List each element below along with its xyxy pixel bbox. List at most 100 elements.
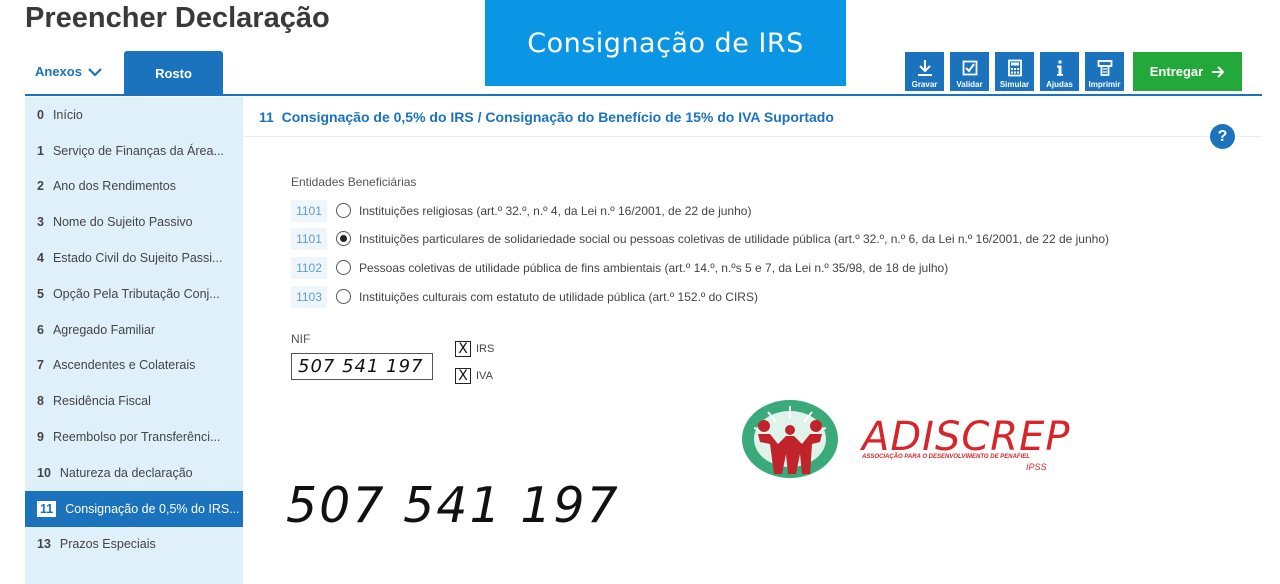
sidebar-item-label: Estado Civil do Sujeito Passi...: [52, 251, 223, 266]
entidade-option-1[interactable]: 1101 Instituições particulares de solidar…: [291, 227, 1109, 250]
sidebar-item-label: Nome do Sujeito Passivo: [52, 215, 193, 230]
help-button[interactable]: ?: [1210, 124, 1235, 149]
section-divider: [243, 136, 1262, 137]
tab-rosto-label: Rosto: [155, 65, 192, 81]
section-title-text: Consignação de 0,5% do IRS / Consignação…: [281, 109, 834, 125]
sidebar-item-number: 11: [37, 500, 57, 517]
sidebar-item-number: 7: [37, 358, 44, 373]
entidade-text: Instituições culturais com estatuto de u…: [359, 289, 758, 304]
validar-button[interactable]: Validar: [950, 52, 989, 91]
radio-selected-icon[interactable]: [336, 231, 351, 246]
tab-rosto[interactable]: Rosto: [124, 51, 223, 95]
iva-checkbox-label: IVA: [476, 370, 493, 382]
nif-input[interactable]: 507 541 197: [291, 353, 433, 380]
sidebar-item-label: Serviço de Finanças da Área...: [52, 143, 224, 158]
sidebar-item-number: 13: [37, 537, 51, 552]
printer-icon: [1097, 60, 1112, 76]
sidebar-item-5[interactable]: 5 Opção Pela Tributação Conj...: [25, 276, 243, 312]
adiscrep-logo-subtitle: ASSOCIAÇÃO PARA O DESENVOLVIMENTO DE PEN…: [862, 454, 1030, 460]
irs-checkbox-label: IRS: [476, 343, 495, 355]
simular-button[interactable]: Simular: [995, 52, 1034, 91]
info-icon: [1056, 60, 1063, 76]
sidebar-item-8[interactable]: 8 Residência Fiscal: [25, 383, 243, 419]
entidade-text: Instituições particulares de solidarieda…: [359, 231, 1109, 246]
entidade-code: 1102: [291, 256, 327, 279]
imprimir-label: Imprimir: [1088, 80, 1121, 89]
entregar-label: Entregar: [1149, 64, 1204, 79]
entidade-option-3[interactable]: 1103 Instituições culturais com estatuto …: [291, 285, 758, 308]
entidade-code: 1101: [291, 199, 327, 222]
imprimir-button[interactable]: Imprimir: [1085, 52, 1124, 91]
entidade-option-2[interactable]: 1102 Pessoas coletivas de utilidade públi…: [291, 256, 948, 279]
tab-anexos-label: Anexos: [35, 64, 82, 79]
sidebar-item-label: Natureza da declaração: [59, 465, 193, 480]
sidebar-item-number: 0: [37, 107, 44, 122]
ajudas-label: Ajudas: [1046, 80, 1073, 89]
sidebar-item-number: 10: [37, 465, 51, 480]
sidebar-item-label: Ascendentes e Colaterais: [52, 358, 196, 373]
tab-anexos[interactable]: Anexos: [35, 64, 102, 79]
toolbar: Gravar Validar Simular Ajudas Imprimir: [905, 52, 1124, 91]
sidebar-item-9[interactable]: 9 Reembolso por Transferênci...: [25, 419, 243, 455]
ajudas-button[interactable]: Ajudas: [1040, 52, 1079, 91]
consignacao-banner: Consignação de IRS: [485, 0, 846, 86]
sidebar-nav: 0 Início 1 Serviço de Finanças da Área... 2 A…: [25, 97, 243, 584]
sidebar-item-number: 8: [37, 394, 44, 409]
sidebar-item-label: Residência Fiscal: [52, 394, 151, 409]
iva-checkbox[interactable]: X IVA: [455, 368, 493, 384]
sidebar-item-3[interactable]: 3 Nome do Sujeito Passivo: [25, 204, 243, 240]
download-icon: [917, 60, 932, 76]
adiscrep-logo-icon: [742, 400, 838, 478]
sidebar-item-number: 3: [37, 215, 44, 230]
sidebar-item-13[interactable]: 13 Prazos Especiais: [25, 527, 243, 563]
sidebar-item-number: 6: [37, 322, 44, 337]
nif-label: NIF: [291, 332, 311, 346]
sidebar-item-4[interactable]: 4 Estado Civil do Sujeito Passi...: [25, 240, 243, 276]
irs-checkbox-mark: X: [455, 341, 471, 357]
sidebar-item-11[interactable]: 11 Consignação de 0,5% do IRS...: [25, 490, 243, 527]
entidade-text: Pessoas coletivas de utilidade pública d…: [359, 260, 949, 275]
sidebar-item-number: 4: [37, 251, 44, 266]
sidebar-item-7[interactable]: 7 Ascendentes e Colaterais: [25, 348, 243, 384]
entidade-code: 1101: [291, 227, 327, 250]
sidebar-item-0[interactable]: 0 Início: [25, 97, 243, 133]
irs-checkbox[interactable]: X IRS: [455, 341, 494, 357]
radio-empty-icon[interactable]: [336, 260, 351, 275]
page-title: Preencher Declaração: [25, 2, 330, 34]
entidade-option-0[interactable]: 1101 Instituições religiosas (art.º 32.º,…: [291, 199, 751, 222]
entidade-code: 1103: [291, 285, 327, 308]
sidebar-item-10[interactable]: 10 Natureza da declaração: [25, 455, 243, 491]
sidebar-item-label: Prazos Especiais: [59, 537, 156, 552]
iva-checkbox-mark: X: [455, 368, 471, 384]
gravar-label: Gravar: [911, 80, 938, 89]
entidade-text: Instituições religiosas (art.º 32.º, n.º…: [359, 203, 752, 218]
sidebar-item-6[interactable]: 6 Agregado Familiar: [25, 312, 243, 348]
checkbox-check-icon: [962, 60, 977, 76]
sidebar-item-label: Reembolso por Transferênci...: [52, 430, 221, 445]
sidebar-item-label: Consignação de 0,5% do IRS...: [65, 501, 240, 516]
sidebar-item-number: 1: [37, 143, 44, 158]
entregar-button[interactable]: Entregar: [1133, 52, 1242, 91]
sidebar-item-1[interactable]: 1 Serviço de Finanças da Área...: [25, 133, 243, 169]
tab-divider: [25, 94, 1262, 96]
entidades-label: Entidades Beneficiárias: [291, 175, 417, 189]
sidebar-item-label: Opção Pela Tributação Conj...: [52, 286, 220, 301]
arrow-right-icon: [1212, 65, 1225, 78]
big-nif-overlay: 507 541 197: [286, 477, 620, 534]
calculator-icon: [1007, 59, 1022, 77]
sidebar-item-label: Ano dos Rendimentos: [52, 179, 176, 194]
gravar-button[interactable]: Gravar: [905, 52, 944, 91]
sidebar-item-label: Início: [52, 107, 83, 122]
sidebar-item-number: 9: [37, 430, 44, 445]
chevron-down-icon: [88, 67, 102, 77]
sidebar-item-label: Agregado Familiar: [52, 322, 156, 337]
radio-empty-icon[interactable]: [336, 289, 351, 304]
validar-label: Validar: [956, 80, 983, 89]
sidebar-item-2[interactable]: 2 Ano dos Rendimentos: [25, 169, 243, 205]
sidebar-item-number: 5: [37, 286, 44, 301]
section-title: 11 Consignação de 0,5% do IRS / Consigna…: [259, 109, 834, 125]
sidebar-item-number: 2: [37, 179, 44, 194]
simular-label: Simular: [999, 80, 1030, 89]
app-root: Preencher Declaração Consignação de IRS …: [0, 0, 1280, 584]
radio-empty-icon[interactable]: [336, 203, 351, 218]
